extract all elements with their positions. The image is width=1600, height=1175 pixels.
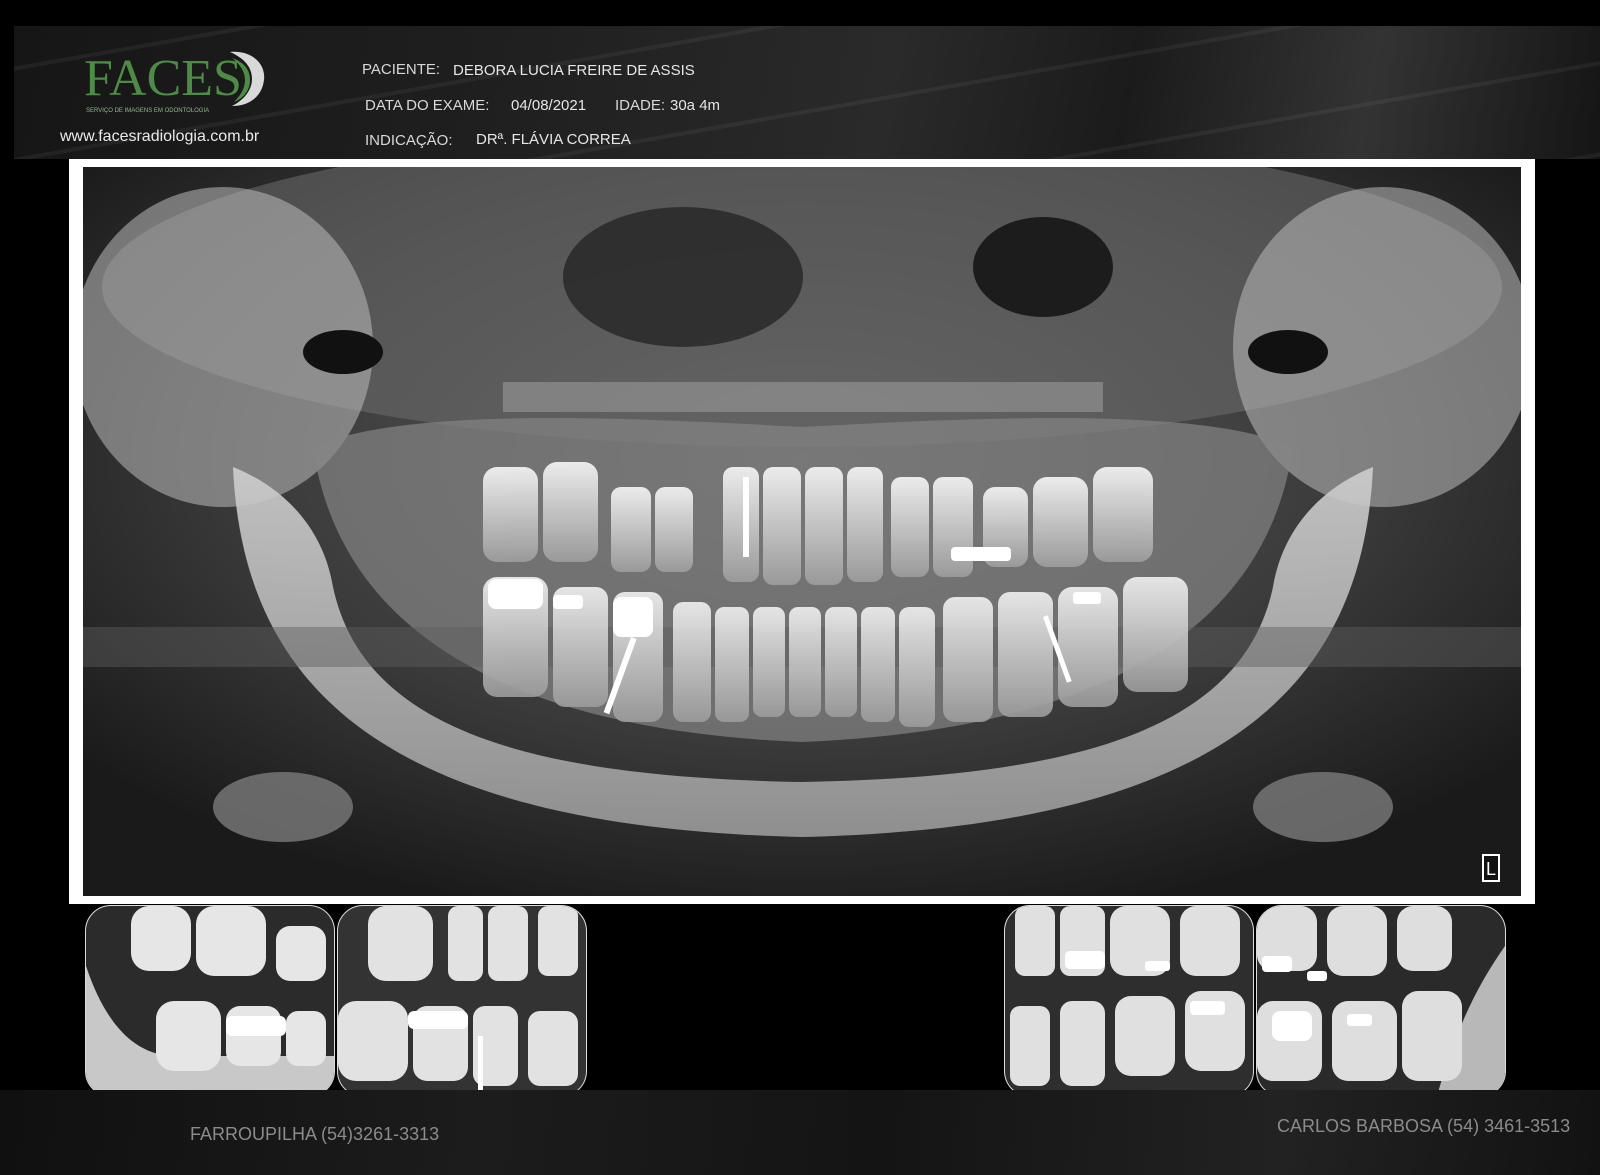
website-link[interactable]: www.facesradiologia.com.br	[60, 128, 259, 146]
faces-logo: FACES SERVIÇO DE IMAGENS EM ODONTOLOGIA	[84, 48, 265, 118]
indication-label: INDICAÇÃO:	[365, 132, 453, 149]
carlos-barbosa-contact: CARLOS BARBOSA (54) 3461-3513	[1277, 1116, 1571, 1136]
exam-date-label: DATA DO EXAME:	[365, 97, 490, 114]
bitewing-xray-image	[1005, 906, 1253, 1096]
bitewing-left-premolar	[1004, 905, 1254, 1097]
bitewing-xray-image	[338, 906, 586, 1096]
side-marker: L	[1486, 859, 1496, 879]
indication-value: DRª. FLÁVIA CORREA	[476, 131, 631, 148]
bitewing-left-molar	[1256, 905, 1506, 1097]
age-value: 30a 4m	[670, 97, 721, 114]
bitewing-right-molar	[85, 905, 335, 1097]
patient-label: PACIENTE:	[362, 61, 441, 78]
panoramic-xray-image: L	[83, 167, 1521, 896]
patient-name: DEBORA LUCIA FREIRE DE ASSIS	[453, 62, 695, 79]
logo-text: FACES	[84, 50, 242, 107]
logo-tagline: SERVIÇO DE IMAGENS EM ODONTOLOGIA	[86, 108, 210, 114]
bitewing-right-premolar	[337, 905, 587, 1097]
exam-date: 04/08/2021	[511, 97, 587, 114]
farroupilha-contact: FARROUPILHA (54)3261-3313	[190, 1124, 440, 1144]
panoramic-radiograph: L	[69, 159, 1535, 904]
bitewing-xray-image	[1257, 906, 1505, 1096]
bitewing-xray-image	[86, 906, 334, 1096]
face-profile-icon	[230, 51, 265, 106]
age-label: IDADE:	[615, 97, 666, 114]
